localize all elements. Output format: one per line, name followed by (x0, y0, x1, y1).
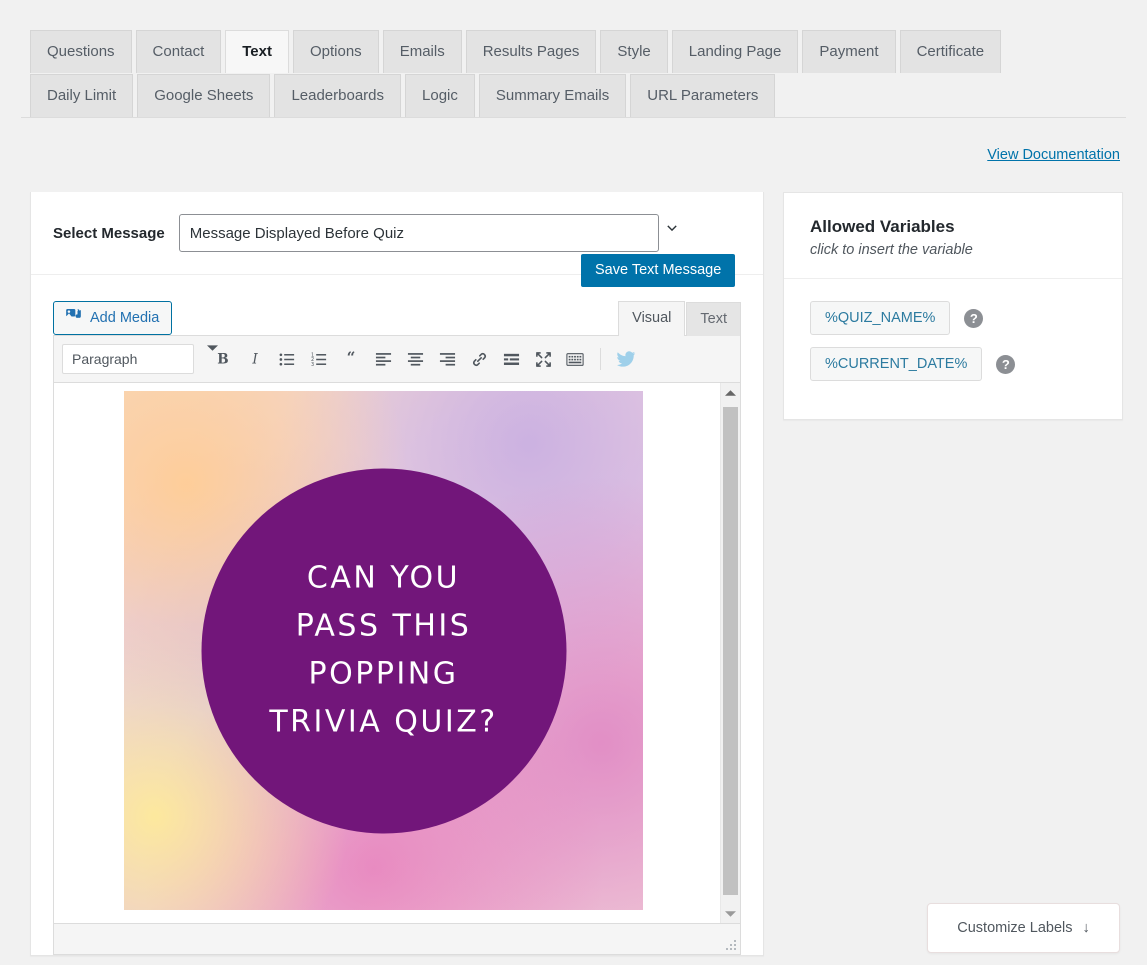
editor-content-inner: Can You Pass This Popping Trivia Quiz? (54, 383, 721, 923)
tab-contact[interactable]: Contact (135, 30, 222, 73)
customize-labels-label: Customize Labels (957, 920, 1073, 936)
chevron-down-icon (665, 221, 679, 235)
tab-options[interactable]: Options (292, 30, 379, 73)
scroll-down-arrow-icon[interactable] (721, 904, 740, 923)
tab-url-parameters[interactable]: URL Parameters (630, 74, 776, 117)
tab-style[interactable]: Style (600, 30, 668, 73)
tab-row-secondary: Daily Limit Google Sheets Leaderboards L… (0, 74, 1147, 117)
tab-summary-emails[interactable]: Summary Emails (478, 74, 627, 117)
numbered-list-icon[interactable]: 1 2 3 (304, 344, 334, 374)
editor-content-area[interactable]: Can You Pass This Popping Trivia Quiz? (54, 383, 740, 923)
wysiwyg-editor: Paragraph B I 1 2 3 “ CAN YOU PASS THIS … (53, 335, 741, 955)
arrow-down-icon: ↓ (1082, 920, 1090, 936)
read-more-icon[interactable] (496, 344, 526, 374)
tab-google-sheets[interactable]: Google Sheets (137, 74, 271, 117)
svg-text:3: 3 (311, 362, 314, 368)
align-left-icon[interactable] (368, 344, 398, 374)
customize-labels-button[interactable]: Customize Labels ↓ (927, 903, 1120, 953)
toolbar-toggle-icon[interactable] (560, 344, 590, 374)
editor-topbar: Add Media Visual Text (53, 295, 741, 336)
align-right-icon[interactable] (432, 344, 462, 374)
quiz-promo-line-3: Popping (308, 656, 459, 692)
allowed-variables-title: Allowed Variables (810, 217, 955, 236)
bulleted-list-icon[interactable] (272, 344, 302, 374)
text-settings-panel: Select Message Message Displayed Before … (30, 192, 764, 956)
save-text-message-button[interactable]: Save Text Message (581, 254, 736, 287)
paragraph-format-select[interactable]: Paragraph (62, 344, 194, 374)
fullscreen-icon[interactable] (528, 344, 558, 374)
editor-resize-handle-icon[interactable] (724, 938, 738, 952)
help-icon[interactable]: ? (964, 308, 984, 328)
editor-mode-tabs: Visual Text (618, 301, 741, 336)
tab-bar-divider (21, 117, 1126, 118)
tab-questions[interactable]: Questions (30, 30, 132, 73)
add-media-label: Add Media (90, 310, 160, 326)
variable-chip-current-date[interactable]: %CURRENT_DATE% (810, 347, 983, 381)
allowed-variables-header: Allowed Variables click to insert the va… (784, 193, 1122, 279)
tab-leaderboards[interactable]: Leaderboards (274, 74, 402, 117)
tab-emails[interactable]: Emails (382, 30, 462, 73)
select-message-label: Select Message (53, 224, 165, 242)
twitter-bird-icon[interactable] (611, 344, 641, 374)
settings-tab-bar: Questions Contact Text Options Emails Re… (0, 30, 1147, 117)
select-message-dropdown[interactable]: Message Displayed Before Quiz (178, 214, 659, 252)
variable-chip-quiz-name[interactable]: %QUIZ_NAME% (810, 301, 951, 335)
bold-icon[interactable]: B (208, 344, 238, 374)
link-icon[interactable] (464, 344, 494, 374)
quiz-promo-line-4: Trivia Quiz? (269, 704, 498, 740)
svg-text:B: B (217, 352, 228, 368)
tab-certificate[interactable]: Certificate (899, 30, 1002, 73)
allowed-variables-panel: Allowed Variables click to insert the va… (783, 192, 1123, 420)
quiz-promo-line-1: Can You (306, 560, 461, 596)
tab-results-pages[interactable]: Results Pages (465, 30, 597, 73)
svg-text:“: “ (347, 350, 356, 367)
quiz-promo-circle: Can You Pass This Popping Trivia Quiz? (201, 468, 566, 833)
tab-text[interactable]: Text (225, 30, 289, 73)
add-media-button[interactable]: Add Media (53, 301, 173, 335)
quiz-promo-image[interactable]: Can You Pass This Popping Trivia Quiz? (124, 391, 643, 910)
tab-payment[interactable]: Payment (802, 30, 896, 73)
svg-text:I: I (251, 352, 258, 368)
editor-tab-visual[interactable]: Visual (618, 301, 686, 336)
view-documentation-link[interactable]: View Documentation (987, 147, 1120, 163)
align-center-icon[interactable] (400, 344, 430, 374)
tab-logic[interactable]: Logic (405, 74, 475, 117)
editor-vertical-scrollbar[interactable] (720, 383, 740, 923)
documentation-link-wrap: View Documentation (987, 146, 1120, 163)
help-icon[interactable]: ? (996, 354, 1016, 374)
variable-row-quiz-name: %QUIZ_NAME% ? (810, 301, 1096, 335)
toolbar-separator (600, 348, 601, 370)
editor-status-bar (54, 923, 740, 954)
tab-landing-page[interactable]: Landing Page (671, 30, 799, 73)
allowed-variables-subtitle: click to insert the variable (810, 242, 973, 258)
blockquote-icon[interactable]: “ (336, 344, 366, 374)
editor-toolbar: Paragraph B I 1 2 3 “ (54, 336, 740, 383)
editor-tab-text[interactable]: Text (686, 302, 741, 336)
variable-row-current-date: %CURRENT_DATE% ? (810, 347, 1096, 381)
quiz-promo-line-2: Pass This (295, 608, 472, 644)
tab-row-primary: Questions Contact Text Options Emails Re… (0, 30, 1147, 73)
scroll-up-arrow-icon[interactable] (721, 383, 740, 402)
italic-icon[interactable]: I (240, 344, 270, 374)
tab-daily-limit[interactable]: Daily Limit (30, 74, 134, 117)
select-message-row: Select Message Message Displayed Before … (31, 192, 763, 287)
allowed-variables-list: %QUIZ_NAME% ? %CURRENT_DATE% ? (784, 279, 1122, 419)
scrollbar-thumb[interactable] (723, 407, 738, 895)
editor-region: Add Media Visual Text Paragraph B I 1 2 … (31, 275, 763, 955)
add-media-icon (66, 308, 83, 328)
